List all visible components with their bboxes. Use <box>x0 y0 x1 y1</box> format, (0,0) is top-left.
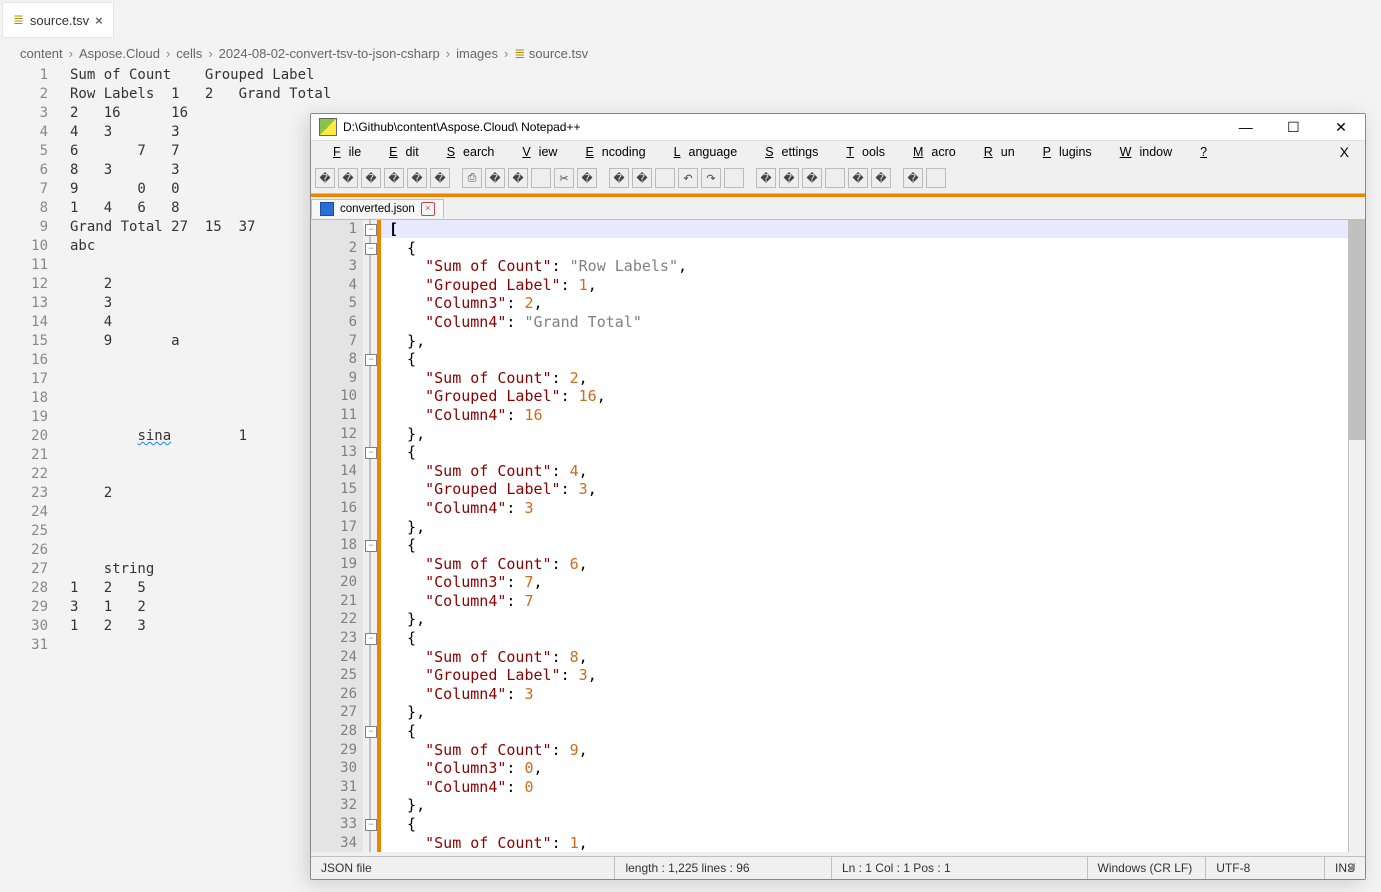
status-position: Ln : 1 Col : 1 Pos : 1 <box>831 857 1087 879</box>
scrollbar-thumb[interactable] <box>1349 220 1365 440</box>
menu-item-?[interactable]: ? <box>1184 145 1223 159</box>
toolbar-button[interactable]: � <box>577 168 597 188</box>
line-numbers: 1234567891011121314151617181920212223242… <box>311 220 363 852</box>
fold-toggle-icon[interactable]: − <box>365 447 377 459</box>
status-filetype: JSON file <box>311 857 614 879</box>
menu-item-search[interactable]: Search <box>431 145 503 159</box>
minimize-button[interactable]: — <box>1224 115 1268 139</box>
toolbar-button[interactable] <box>926 168 946 188</box>
scrollbar-vertical[interactable] <box>1348 220 1365 852</box>
menu-item-edit[interactable]: Edit <box>373 145 427 159</box>
status-length: length : 1,225 lines : 96 <box>614 857 830 879</box>
breadcrumb-item[interactable]: 2024-08-02-convert-tsv-to-json-csharp <box>219 46 440 61</box>
fold-toggle-icon[interactable]: − <box>365 633 377 645</box>
toolbar-button[interactable] <box>747 169 753 187</box>
toolbar-button[interactable]: ↷ <box>701 168 721 188</box>
toolbar-button[interactable]: � <box>779 168 799 188</box>
save-icon <box>320 202 334 216</box>
toolbar-button[interactable]: � <box>802 168 822 188</box>
notepadpp-window: D:\Github\content\Aspose.Cloud\ Notepad+… <box>310 113 1366 880</box>
file-tab-label: converted.json <box>340 203 415 215</box>
toolbar[interactable]: 📄📂💾⎙🖶 ✂�📋 ↶↷ �🔤 🔎� <box>311 163 1365 194</box>
resize-grip-icon[interactable]: ◢ <box>1337 855 1363 877</box>
toolbar-button[interactable] <box>724 168 744 188</box>
toolbar-button[interactable]: � <box>430 168 450 188</box>
file-tab[interactable]: converted.json × <box>311 199 444 218</box>
toolbar-button[interactable]: � <box>756 168 776 188</box>
toolbar-button[interactable]: � <box>609 168 629 188</box>
menu-item-plugins[interactable]: Plugins <box>1027 145 1100 159</box>
toolbar-button[interactable]: � <box>632 168 652 188</box>
toolbar-button[interactable]: � <box>315 168 335 188</box>
toolbar-button[interactable] <box>531 168 551 188</box>
fold-toggle-icon[interactable]: − <box>365 243 377 255</box>
menu-bar[interactable]: File Edit SearchView Encoding LanguageSettin… <box>311 141 1365 163</box>
editor-area[interactable]: 1234567891011121314151617181920212223242… <box>311 219 1365 852</box>
toolbar-button[interactable]: � <box>384 168 404 188</box>
toolbar-button[interactable] <box>894 169 900 187</box>
toolbar-button[interactable]: � <box>871 168 891 188</box>
menu-item-settings[interactable]: Settings <box>749 145 826 159</box>
code-content[interactable]: [ { "Sum of Count": "Row Labels", "Group… <box>383 220 693 852</box>
status-eol: Windows (CR LF) <box>1087 857 1206 879</box>
window-title: D:\Github\content\Aspose.Cloud\ Notepad+… <box>343 120 581 134</box>
close-icon[interactable]: × <box>95 13 103 28</box>
toolbar-button[interactable]: ✂ <box>554 168 574 188</box>
toolbar-button[interactable]: � <box>903 168 923 188</box>
breadcrumb-item[interactable]: source.tsv <box>529 46 588 61</box>
fold-column[interactable]: − − − − − − − − <box>363 220 378 852</box>
toolbar-button[interactable]: ⎙ <box>462 168 482 188</box>
close-button[interactable]: ✕ <box>1319 115 1363 139</box>
status-bar: JSON file length : 1,225 lines : 96 Ln :… <box>311 856 1365 879</box>
vscode-content[interactable]: Sum of Count Grouped LabelRow Labels 1 2… <box>70 66 331 655</box>
menu-item-encoding[interactable]: Encoding <box>569 145 653 159</box>
fold-toggle-icon[interactable]: − <box>365 726 377 738</box>
breadcrumb[interactable]: content›Aspose.Cloud›cells›2024-08-02-co… <box>20 46 588 62</box>
menu-item-macro[interactable]: Macro <box>897 145 964 159</box>
fold-toggle-icon[interactable]: − <box>365 819 377 831</box>
toolbar-button[interactable]: ↶ <box>678 168 698 188</box>
toolbar-button[interactable] <box>600 169 606 187</box>
title-bar[interactable]: D:\Github\content\Aspose.Cloud\ Notepad+… <box>311 114 1365 141</box>
menu-item-tools[interactable]: Tools <box>830 145 893 159</box>
app-icon <box>319 118 337 136</box>
change-margin <box>377 220 381 852</box>
fold-toggle-icon[interactable]: − <box>365 224 377 236</box>
menu-item-window[interactable]: Window <box>1104 145 1180 159</box>
menu-item-view[interactable]: View <box>506 145 565 159</box>
fold-toggle-icon[interactable]: − <box>365 354 377 366</box>
toolbar-button[interactable]: � <box>407 168 427 188</box>
menu-item-file[interactable]: File <box>317 145 369 159</box>
toolbar-button[interactable] <box>825 168 845 188</box>
menu-close-icon[interactable]: X <box>1330 144 1359 160</box>
toolbar-button[interactable]: � <box>338 168 358 188</box>
toolbar-button[interactable] <box>655 168 675 188</box>
toolbar-button[interactable]: � <box>508 168 528 188</box>
toolbar-button[interactable]: � <box>848 168 868 188</box>
file-icon: ≣ <box>13 12 24 28</box>
breadcrumb-item[interactable]: images <box>456 46 498 61</box>
breadcrumb-item[interactable]: cells <box>176 46 202 61</box>
tab-label: source.tsv <box>30 13 89 28</box>
menu-item-language[interactable]: Language <box>658 145 746 159</box>
breadcrumb-item[interactable]: content <box>20 46 63 61</box>
fold-toggle-icon[interactable]: − <box>365 540 377 552</box>
maximize-button[interactable]: ☐ <box>1271 115 1315 139</box>
toolbar-button[interactable]: � <box>485 168 505 188</box>
vscode-gutter: 1234567891011121314151617181920212223242… <box>0 66 60 655</box>
breadcrumb-item[interactable]: Aspose.Cloud <box>79 46 160 61</box>
menu-item-run[interactable]: Run <box>968 145 1023 159</box>
status-encoding: UTF-8 <box>1205 857 1324 879</box>
close-tab-icon[interactable]: × <box>421 202 435 216</box>
toolbar-button[interactable] <box>453 169 459 187</box>
vscode-file-tab[interactable]: ≣ source.tsv × <box>2 2 114 38</box>
file-tab-bar: converted.json × <box>311 194 1365 219</box>
toolbar-button[interactable]: � <box>361 168 381 188</box>
